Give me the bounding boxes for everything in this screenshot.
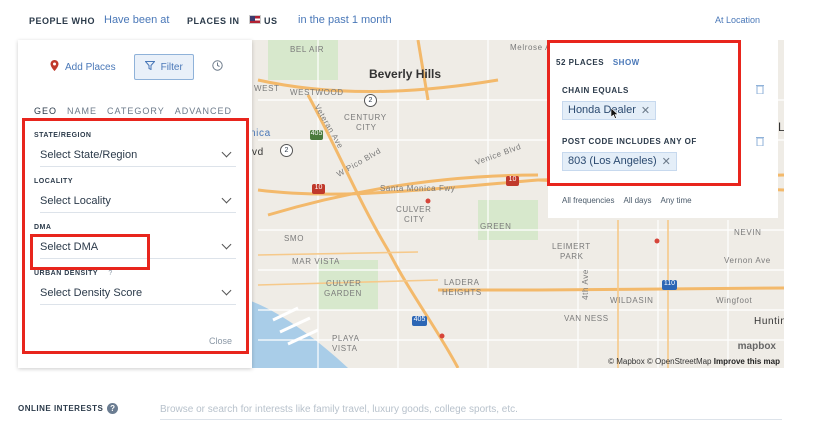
trash-icon[interactable]	[756, 84, 764, 96]
days-option[interactable]: All days	[623, 196, 651, 205]
online-interests-text: ONLINE INTERESTS	[18, 404, 104, 413]
interests-search-input[interactable]	[160, 400, 782, 420]
frequency-options: All frequencies All days Any time	[562, 196, 692, 205]
clock-icon[interactable]	[212, 60, 223, 74]
timeframe-selector[interactable]: in the past 1 month	[298, 14, 392, 26]
online-interests-row: ONLINE INTERESTS ?	[0, 390, 824, 428]
map-label-mar-vista: MAR VISTA	[292, 257, 340, 266]
filter-button[interactable]: Filter	[133, 54, 194, 80]
map-label-century-1: CENTURY	[344, 113, 387, 122]
flag-us-icon	[249, 15, 261, 27]
map-label-nevin: NEVIN	[734, 228, 762, 237]
map-label-wildasin: WILDASIN	[610, 296, 654, 305]
add-places-label: Add Places	[65, 61, 116, 73]
map-label-west: WEST	[254, 84, 280, 93]
map-label-ladera-2: HEIGHTS	[442, 288, 482, 297]
help-icon[interactable]: ?	[107, 403, 119, 414]
country-selector[interactable]: US	[264, 16, 278, 26]
map-label-nica: nica	[250, 128, 271, 139]
filter-icon	[143, 61, 156, 73]
filter-label: Filter	[160, 61, 183, 73]
map-label-leimert-1: LEIMERT	[552, 242, 591, 251]
places-in-label: PLACES IN	[187, 16, 240, 26]
at-location-toggle[interactable]: At Location	[715, 15, 760, 25]
map-label-playa-1: PLAYA	[332, 334, 360, 343]
cluster-badge-a[interactable]: 2	[364, 94, 377, 107]
improve-map-link[interactable]: Improve this map	[714, 357, 780, 366]
map-label-vd: vd	[252, 147, 264, 158]
attribution-text: © Mapbox © OpenStreetMap	[608, 357, 712, 366]
map-label-ladera-1: LADERA	[444, 278, 480, 287]
map-label-smo: SMO	[284, 234, 305, 243]
filter-tabs: GEO NAME CATEGORY ADVANCED	[18, 106, 252, 116]
pin-icon	[50, 60, 59, 74]
tab-name[interactable]: NAME	[67, 106, 97, 116]
verb-selector[interactable]: Have been at	[104, 14, 169, 26]
map-label-4th-ave: 4th Ave	[580, 269, 590, 300]
map-label-leimert-2: PARK	[560, 252, 584, 261]
road-shield-110: 110	[662, 280, 677, 290]
panel-toolbar: Add Places Filter	[18, 40, 252, 94]
people-who-label: PEOPLE WHO	[29, 16, 96, 26]
map-label-culver-garden-2: GARDEN	[324, 289, 362, 298]
online-interests-label: ONLINE INTERESTS ?	[18, 403, 119, 414]
map-label-l: l	[778, 120, 784, 134]
map-label-vernon: Vernon Ave	[724, 256, 771, 265]
trash-icon[interactable]	[756, 136, 764, 148]
road-shield-405b: 405	[412, 316, 427, 326]
map-label-culver-2: CITY	[404, 215, 425, 224]
tab-category[interactable]: CATEGORY	[107, 106, 165, 116]
tab-geo[interactable]: GEO	[34, 106, 57, 116]
map-attribution: © Mapbox © OpenStreetMap Improve this ma…	[608, 357, 780, 366]
map-label-playa-2: VISTA	[332, 344, 358, 353]
map-label-melrose: Melrose A	[510, 43, 551, 52]
map-label-westwood: WESTWOOD	[290, 88, 344, 97]
road-shield-405: 405	[310, 130, 323, 140]
mapbox-logo: mapbox	[737, 341, 776, 352]
road-shield-10b: 10	[506, 176, 519, 186]
add-places-button[interactable]: Add Places	[50, 60, 116, 74]
frequency-option[interactable]: All frequencies	[562, 196, 614, 205]
map-label-huntin: Huntin	[754, 316, 784, 327]
tab-advanced[interactable]: ADVANCED	[175, 106, 232, 116]
map-label-century-2: CITY	[356, 123, 377, 132]
audience-query-bar: PEOPLE WHO Have been at PLACES IN US in …	[0, 0, 824, 40]
map-label-santa-monica-fwy: Santa Monica Fwy	[380, 184, 456, 193]
road-shield-10a: 10	[312, 184, 325, 194]
highlight-dma-select	[30, 234, 150, 270]
map-label-van-ness: VAN NESS	[564, 314, 609, 323]
map-label-culver-garden-1: CULVER	[326, 279, 362, 288]
cluster-badge-b[interactable]: 2	[280, 144, 293, 157]
map-label-beverly-hills: Beverly Hills	[369, 67, 442, 81]
time-option[interactable]: Any time	[661, 196, 692, 205]
map-label-culver-1: CULVER	[396, 205, 432, 214]
map-label-wingfoot: Wingfoot	[716, 296, 753, 305]
highlight-places-summary	[547, 40, 741, 186]
map-label-bel-air: BEL AIR	[290, 45, 325, 54]
map-label-green: GREEN	[480, 222, 512, 231]
